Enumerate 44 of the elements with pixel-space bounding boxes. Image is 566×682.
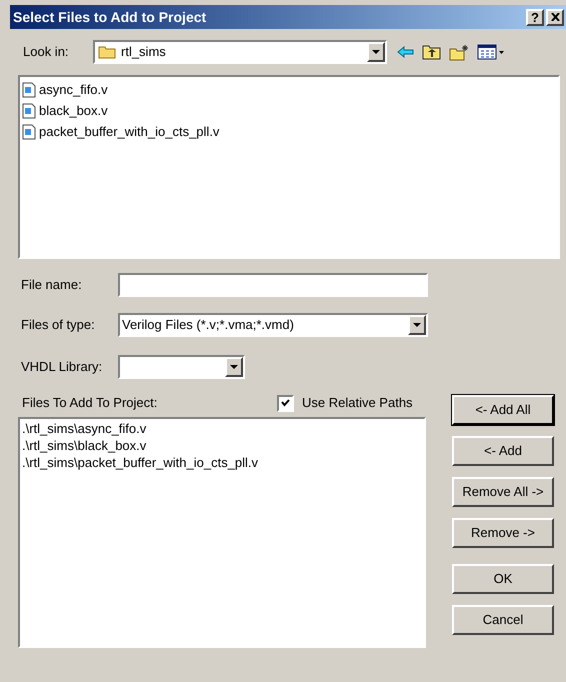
dropdown-button[interactable] xyxy=(225,357,243,377)
folder-icon xyxy=(98,45,116,59)
file-name-field[interactable] xyxy=(118,273,428,297)
check-icon xyxy=(281,399,290,407)
caret-icon xyxy=(230,364,238,370)
files-to-add-item[interactable]: .\rtl_sims\black_box.v xyxy=(22,437,146,454)
files-to-add-item[interactable]: .\rtl_sims\async_fifo.v xyxy=(22,420,146,437)
dialog-button[interactable]: <- Add All xyxy=(452,395,554,425)
dropdown-button[interactable] xyxy=(408,315,426,335)
file-item[interactable]: async_fifo.v xyxy=(39,80,108,100)
file-icon xyxy=(22,124,36,140)
look-in-dropdown[interactable]: rtl_sims xyxy=(93,40,387,64)
new-folder-icon[interactable] xyxy=(449,44,469,60)
file-name-label: File name: xyxy=(21,276,83,294)
dialog-button[interactable]: Remove -> xyxy=(452,518,554,548)
help-button[interactable]: ? xyxy=(526,8,544,26)
up-folder-icon[interactable] xyxy=(422,44,441,60)
window-title: Select Files to Add to Project xyxy=(13,8,208,27)
files-of-type-dropdown[interactable]: Verilog Files (*.v;*.vma;*.vmd) xyxy=(118,313,428,337)
caret-icon xyxy=(372,50,380,54)
dialog-button[interactable]: <- Add xyxy=(452,436,554,466)
close-icon xyxy=(550,13,560,21)
files-of-type-value: Verilog Files (*.v;*.vma;*.vmd) xyxy=(121,316,295,334)
vhdl-library-label: VHDL Library: xyxy=(21,358,104,376)
close-button[interactable] xyxy=(546,8,564,26)
files-of-type-label: Files of type: xyxy=(21,316,96,334)
look-in-label: Look in: xyxy=(23,43,70,62)
caret-icon xyxy=(413,322,421,328)
look-in-value: rtl_sims xyxy=(121,43,167,62)
back-arrow-icon[interactable] xyxy=(397,46,414,58)
file-item[interactable]: packet_buffer_with_io_cts_pll.v xyxy=(39,122,220,142)
view-menu-icon[interactable] xyxy=(477,44,505,60)
file-icon xyxy=(22,102,36,118)
use-relative-paths-checkbox[interactable] xyxy=(277,394,294,412)
file-icon xyxy=(22,82,36,98)
file-item[interactable]: black_box.v xyxy=(39,100,108,120)
files-to-add-label: Files To Add To Project: xyxy=(22,394,158,412)
dialog-button[interactable]: Remove All -> xyxy=(452,477,554,507)
files-to-add-item[interactable]: .\rtl_sims\packet_buffer_with_io_cts_pll.v xyxy=(22,454,258,471)
use-relative-paths-label: Use Relative Paths xyxy=(302,394,413,412)
dropdown-button[interactable] xyxy=(367,42,385,62)
vhdl-library-dropdown[interactable] xyxy=(118,355,245,379)
dialog-button[interactable]: Cancel xyxy=(452,605,554,635)
dialog-button[interactable]: OK xyxy=(452,564,554,594)
